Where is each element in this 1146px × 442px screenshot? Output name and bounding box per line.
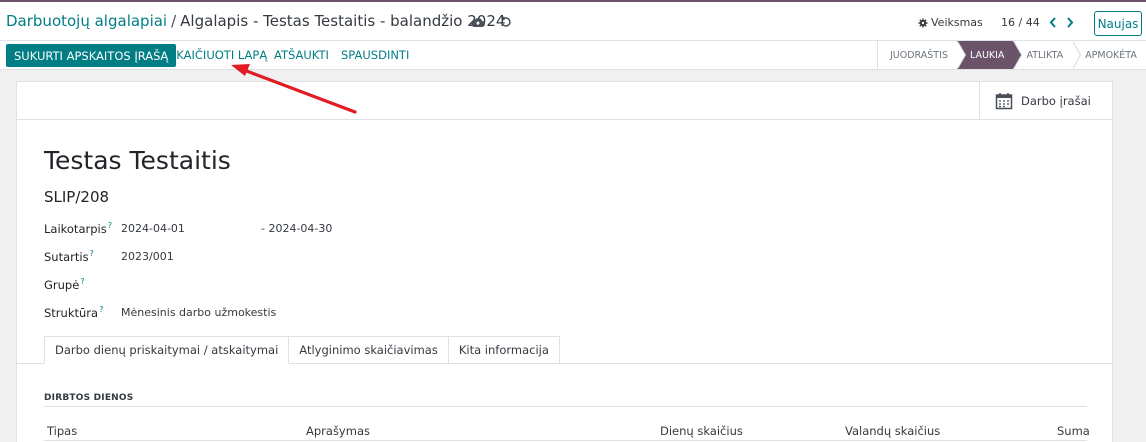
form-sheet: Darbo įrašai Testas Testaitis SLIP/208 L… [16,81,1114,442]
breadcrumb-separator: / [171,12,177,30]
help-tooltip-icon[interactable]: ? [90,249,94,258]
structure-field[interactable]: Mėnesinis darbo užmokestis [121,306,276,319]
column-header-hours[interactable]: Valandų skaičius [845,424,940,438]
cloud-upload-icon [471,17,485,27]
worked-days-section-title: DIRBTOS DIENOS [44,393,134,403]
pager-next-button[interactable] [1062,12,1078,32]
section-divider [44,406,1087,407]
work-entries-label: Darbo įrašai [1021,94,1091,108]
breadcrumb-current: Algalapis - Testas Testaitis - balandžio… [180,12,506,30]
save-button[interactable] [468,12,488,32]
actions-label: Veiksmas [931,16,983,29]
breadcrumb-parent-link[interactable]: Darbuotojų algalapiai [6,12,167,30]
structure-label: Struktūra? [44,305,104,320]
help-tooltip-icon[interactable]: ? [80,277,84,286]
help-tooltip-icon[interactable]: ? [99,305,103,314]
breadcrumb: Darbuotojų algalapiai / Algalapis - Testas… [6,12,505,30]
date-from-field[interactable]: 2024-04-01 [121,222,185,235]
stage-label: APMOKĖTA [1085,49,1137,61]
pager-previous-button[interactable] [1045,12,1061,32]
stage-paid[interactable]: APMOKĖTA [1072,41,1145,69]
calendar-icon [995,93,1013,110]
tab-other-info[interactable]: Kita informacija [448,336,560,364]
discard-button[interactable] [496,12,516,32]
gear-icon [918,18,928,27]
tab-worked-days[interactable]: Darbo dienų priskaitymai / atskaitymai [44,336,290,364]
column-header-description[interactable]: Aprašymas [306,424,370,438]
stage-label: LAUKIA [969,49,1005,61]
control-panel-top: Darbuotojų algalapiai / Algalapis - Testas… [0,0,1146,41]
stage-label: JUODRAŠTIS [890,49,948,61]
date-to-field[interactable]: - 2024-04-30 [261,222,332,235]
chevron-left-icon [1049,16,1056,28]
undo-icon [501,16,511,27]
button-box: Darbo įrašai [17,82,1114,120]
chevron-right-icon [1067,16,1074,28]
column-header-type[interactable]: Tipas [47,424,77,438]
contract-label: Sutartis? [44,249,94,264]
column-header-amount[interactable]: Suma [1057,424,1090,438]
create-accounting-entry-button[interactable]: SUKURTI APSKAITOS ĮRAŠĄ [6,44,177,67]
cancel-button[interactable]: ATŠAUKTI [274,48,329,62]
employee-name[interactable]: Testas Testaitis [44,146,231,175]
payslip-reference[interactable]: SLIP/208 [44,188,109,206]
period-label: Laikotarpis? [44,221,112,236]
stage-draft[interactable]: JUODRAŠTIS [877,41,966,69]
group-label: Grupė? [44,277,85,292]
notebook-tabs: Darbo dienų priskaitymai / atskaitymai A… [44,336,560,364]
new-record-button[interactable]: Naujas [1094,11,1142,36]
compute-sheet-button[interactable]: SKAIČIUOTI LAPĄ [169,48,267,62]
header-divider [44,440,1087,441]
status-bar: JUODRAŠTIS LAUKIA ATLIKTA APMOKĖTA [877,41,1145,69]
column-header-days[interactable]: Dienų skaičius [660,424,743,438]
help-tooltip-icon[interactable]: ? [108,221,112,230]
actions-menu[interactable]: Veiksmas [918,16,983,29]
stage-label: ATLIKTA [1026,49,1064,61]
work-entries-smart-button[interactable]: Darbo įrašai [979,82,1113,120]
pager-value[interactable]: 16 / 44 [1001,16,1040,29]
contract-field[interactable]: 2023/001 [121,250,174,263]
tab-salary-computation[interactable]: Atlyginimo skaičiavimas [289,336,449,364]
print-button[interactable]: SPAUSDINTI [341,48,409,62]
